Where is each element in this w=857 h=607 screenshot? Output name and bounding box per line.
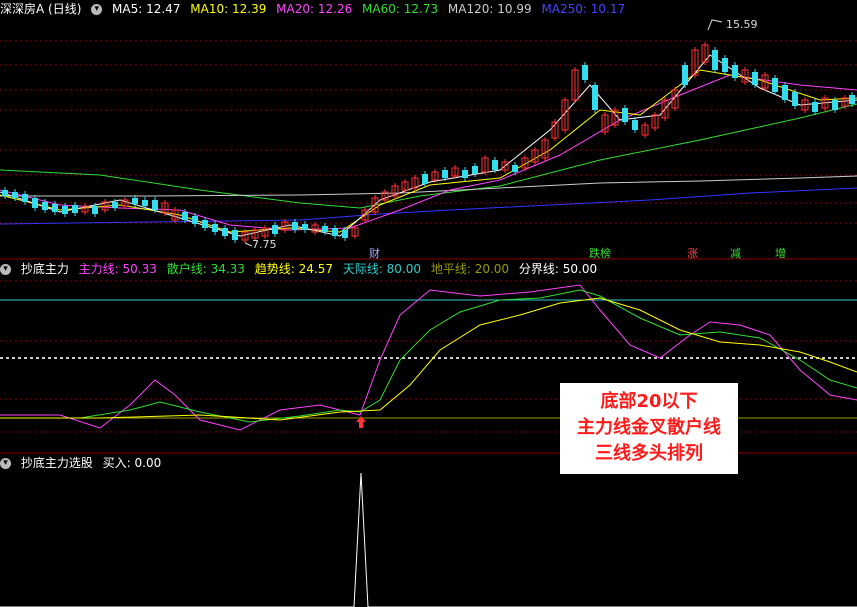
- main-panel-header: 深深房A (日线) ▾ MA5: 12.47 MA10: 12.39 MA20:…: [0, 0, 631, 18]
- candle-body: [582, 65, 588, 80]
- candle-body: [232, 230, 238, 240]
- candle-body: [12, 192, 18, 198]
- sky-line-label: 天际线: 80.00: [342, 262, 422, 276]
- ma10-line: [0, 69, 857, 233]
- ma5-line: [0, 54, 857, 237]
- candle-body: [492, 160, 498, 170]
- candle-body: [442, 170, 448, 178]
- candle-body: [322, 226, 328, 232]
- candle-body: [772, 78, 778, 92]
- candle-body: [152, 200, 158, 210]
- price-low-label: 7.75: [252, 238, 277, 251]
- ma20-label: MA20: 12.26: [276, 2, 353, 16]
- candle-body: [192, 216, 198, 224]
- candle-body: [472, 166, 478, 174]
- indicator-title[interactable]: 抄底主力: [21, 262, 69, 276]
- candle-body: [849, 95, 855, 104]
- candle-body: [422, 174, 428, 184]
- ma60-line: [0, 103, 857, 209]
- candle-body: [212, 224, 218, 232]
- buy-signal-spike: [0, 472, 857, 607]
- ma5-label: MA5: 12.47: [112, 2, 181, 16]
- stock-title[interactable]: 深深房A (日线): [0, 2, 81, 16]
- marker-finance[interactable]: 财: [369, 245, 380, 261]
- horizon-line-label: 地平线: 20.00: [430, 262, 510, 276]
- retail-line-label: 散户线: 34.33: [166, 262, 245, 276]
- candle-body: [512, 165, 518, 172]
- price-high-label: 15.59: [726, 18, 758, 31]
- ma60-label: MA60: 12.73: [362, 2, 439, 16]
- candle-body: [272, 225, 278, 234]
- candle-body: [592, 85, 598, 110]
- select-panel-header: ▾ 抄底主力选股 买入: 0.00: [0, 454, 167, 472]
- candle-body: [22, 194, 28, 202]
- candle-body: [222, 228, 228, 236]
- marker-increase[interactable]: 增: [775, 245, 786, 261]
- ma10-label: MA10: 12.39: [190, 2, 267, 16]
- price-high-pointer: [707, 19, 723, 31]
- main-force-line-label: 主力线: 50.33: [78, 262, 157, 276]
- candle-body: [722, 58, 728, 72]
- candle-body: [42, 202, 48, 210]
- indicator-panel-header: ▾ 抄底主力 主力线: 50.33 散户线: 34.33 趋势线: 24.57 …: [0, 260, 603, 278]
- candle-body: [112, 202, 118, 208]
- annotation-box: 底部20以下 主力线金叉散户线 三线多头排列: [560, 383, 738, 474]
- candle-body: [142, 200, 148, 206]
- candle-body: [182, 212, 188, 220]
- collapse-icon[interactable]: ▾: [91, 4, 103, 15]
- select-panel-title[interactable]: 抄底主力选股: [21, 456, 93, 470]
- marker-reduce[interactable]: 减: [730, 245, 741, 261]
- candle-body: [332, 228, 338, 236]
- annotation-line-3: 三线多头排列: [595, 443, 703, 464]
- ma120-label: MA120: 10.99: [447, 2, 532, 16]
- price-low-pointer: [244, 242, 253, 247]
- candle-body: [62, 206, 68, 214]
- chart-canvas: [0, 19, 857, 607]
- annotation-line-1: 底部20以下: [600, 391, 698, 412]
- ma250-label: MA250: 10.17: [541, 2, 626, 16]
- candle-body: [712, 50, 718, 70]
- candle-body: [782, 85, 788, 100]
- candle-body: [342, 230, 348, 238]
- candle-body: [832, 100, 838, 110]
- candle-body: [622, 108, 628, 122]
- candle-body: [752, 72, 758, 85]
- buy-value-label: 买入: 0.00: [102, 456, 162, 470]
- candle-body: [792, 92, 798, 106]
- collapse-icon[interactable]: ▾: [0, 264, 11, 275]
- annotation-line-2: 主力线金叉散户线: [577, 417, 721, 438]
- divide-line-label: 分界线: 50.00: [518, 262, 598, 276]
- candle-body: [92, 206, 98, 214]
- candle-body: [302, 224, 308, 230]
- candle-body: [732, 65, 738, 78]
- candle-body: [202, 220, 208, 228]
- candle-body: [462, 170, 468, 178]
- trend-line-label: 趋势线: 24.57: [254, 262, 333, 276]
- candle-body: [52, 204, 58, 212]
- candle-body: [72, 205, 78, 213]
- candle-body: [812, 102, 818, 112]
- marker-rise[interactable]: 涨: [687, 245, 698, 261]
- candle-body: [32, 198, 38, 208]
- marker-drop-list[interactable]: 跌榜: [589, 245, 611, 261]
- candle-body: [2, 190, 8, 196]
- candle-body: [632, 120, 638, 130]
- candle-body: [292, 222, 298, 230]
- candle-body: [682, 65, 688, 85]
- collapse-icon[interactable]: ▾: [0, 458, 11, 469]
- candle-body: [132, 198, 138, 204]
